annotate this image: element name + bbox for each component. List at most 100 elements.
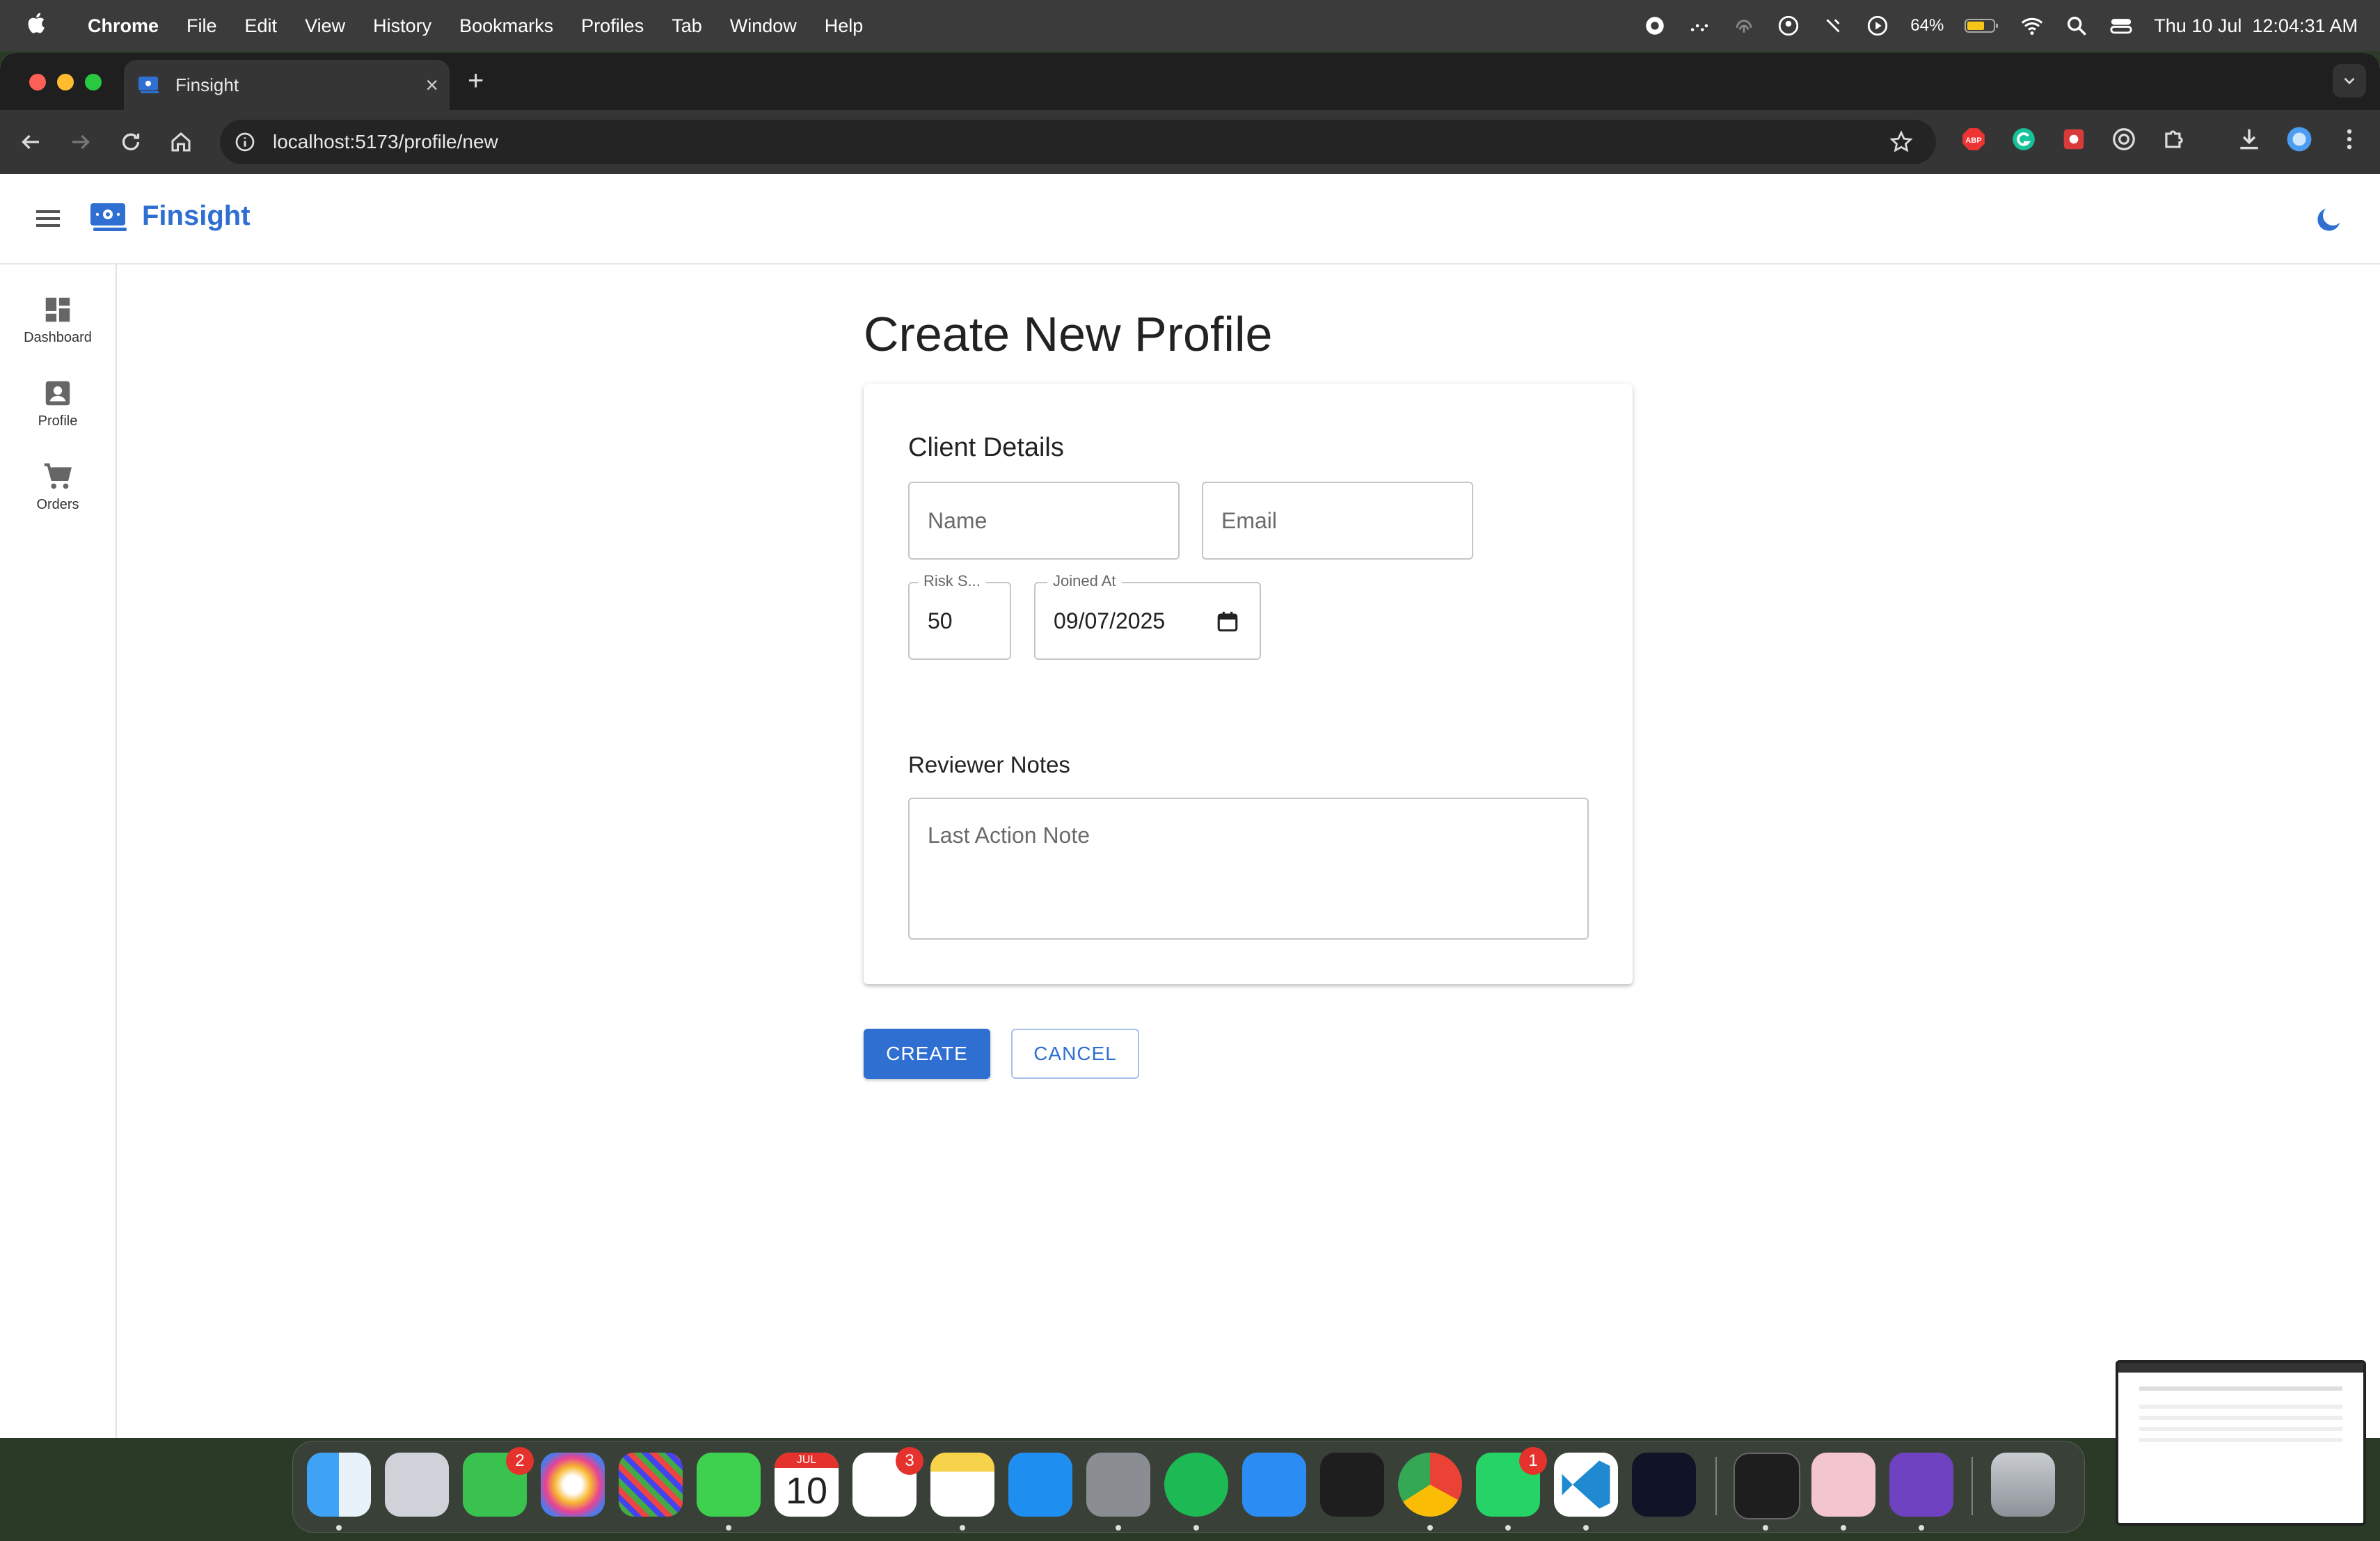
chrome-menu-icon[interactable] — [2335, 125, 2363, 153]
messages-icon[interactable] — [697, 1453, 761, 1517]
tab-favicon-icon — [138, 77, 159, 93]
menubar-clock[interactable]: Thu 10 Jul 12:04:31 AM — [2154, 15, 2358, 37]
macos-menu-bar: Chrome File Edit View History Bookmarks … — [0, 0, 2380, 52]
status-play-icon[interactable] — [1866, 14, 1889, 38]
running-indicator — [960, 1525, 965, 1531]
menu-history[interactable]: History — [373, 15, 431, 37]
reviewer-notes-heading: Reviewer Notes — [908, 752, 1070, 777]
calendar-icon[interactable]: JUL 10 — [775, 1453, 839, 1517]
spotify-icon[interactable] — [1164, 1453, 1228, 1517]
control-center-icon[interactable] — [2109, 14, 2133, 38]
status-slash-icon[interactable] — [1821, 14, 1845, 38]
vscode-icon[interactable] — [1554, 1453, 1618, 1517]
window-minimize-button[interactable] — [57, 74, 74, 90]
menu-file[interactable]: File — [187, 15, 217, 37]
site-info-icon[interactable] — [234, 131, 256, 153]
webex-icon[interactable] — [1632, 1453, 1696, 1517]
system-settings-icon[interactable] — [1086, 1453, 1150, 1517]
email-input[interactable] — [1202, 482, 1473, 560]
github-desktop-icon[interactable] — [1889, 1453, 1953, 1517]
safari-icon[interactable] — [1242, 1453, 1306, 1517]
client-details-heading: Client Details — [908, 433, 1064, 462]
back-icon[interactable] — [17, 128, 45, 156]
whatsapp-icon[interactable]: 1 — [1476, 1447, 1547, 1517]
risk-score-input[interactable] — [908, 582, 1011, 660]
hamburger-menu-icon[interactable] — [35, 206, 63, 231]
pink-app-icon[interactable] — [1811, 1453, 1875, 1517]
figma-icon[interactable] — [1320, 1453, 1384, 1517]
dark-mode-moon-icon[interactable] — [2313, 203, 2345, 235]
battery-icon[interactable] — [1965, 14, 1999, 38]
terminal-icon[interactable] — [1734, 1453, 1800, 1519]
window-close-button[interactable] — [29, 74, 46, 90]
status-dots-icon[interactable] — [1688, 14, 1711, 38]
sidebar-item-dashboard[interactable]: Dashboard — [0, 294, 116, 346]
running-indicator — [1116, 1525, 1121, 1531]
reload-icon[interactable] — [117, 128, 145, 156]
downloads-icon[interactable] — [2235, 125, 2263, 153]
brand-logo-icon — [90, 203, 127, 231]
apple-menu-icon[interactable] — [25, 11, 64, 41]
trash-icon[interactable] — [1991, 1453, 2055, 1517]
finder-icon[interactable] — [307, 1453, 371, 1517]
reminders-badge: 3 — [896, 1447, 923, 1475]
joined-at-label: Joined At — [1047, 572, 1122, 590]
menu-view[interactable]: View — [305, 15, 345, 37]
launchpad-icon[interactable] — [385, 1453, 449, 1517]
grammarly-extension-icon[interactable] — [2010, 125, 2038, 153]
screenshot-thumbnail[interactable] — [2116, 1360, 2366, 1526]
sidebar: Dashboard Profile Orders — [0, 264, 117, 1438]
sidebar-item-label: Profile — [38, 413, 78, 429]
menu-tab[interactable]: Tab — [672, 15, 702, 37]
extensions-puzzle-icon[interactable] — [2160, 125, 2188, 153]
color-grid-app-icon[interactable] — [619, 1453, 683, 1517]
sidebar-item-profile[interactable]: Profile — [0, 377, 116, 429]
calendar-picker-icon[interactable] — [1216, 610, 1239, 633]
forward-icon[interactable] — [67, 128, 95, 156]
sidebar-item-label: Orders — [36, 497, 79, 512]
profile-form-card: Client Details Risk S... Joined At Revie… — [864, 384, 1633, 984]
status-fingerprint-icon[interactable] — [1732, 14, 1756, 38]
facetime-icon[interactable]: 2 — [463, 1447, 534, 1517]
chrome-icon[interactable] — [1398, 1453, 1462, 1517]
wifi-icon[interactable] — [2020, 14, 2044, 38]
cancel-button[interactable]: CANCEL — [1011, 1029, 1139, 1079]
page-title: Create New Profile — [864, 307, 1273, 361]
notes-icon[interactable] — [930, 1453, 994, 1517]
bookmark-star-icon[interactable] — [1889, 129, 1914, 155]
tab-finsight[interactable]: Finsight × — [124, 60, 450, 110]
url-text[interactable]: localhost:5173/profile/new — [273, 131, 498, 153]
menu-profiles[interactable]: Profiles — [581, 15, 644, 37]
target-extension-icon[interactable] — [2110, 125, 2138, 153]
running-indicator — [1763, 1525, 1768, 1531]
spotlight-search-icon[interactable] — [2065, 14, 2088, 38]
tab-close-icon[interactable]: × — [425, 72, 438, 98]
home-icon[interactable] — [167, 128, 195, 156]
menu-help[interactable]: Help — [825, 15, 864, 37]
profile-avatar-icon[interactable] — [2285, 125, 2313, 153]
new-tab-button[interactable]: + — [468, 65, 484, 97]
window-zoom-button[interactable] — [85, 74, 102, 90]
status-user-icon[interactable] — [1777, 14, 1800, 38]
sidebar-item-orders[interactable]: Orders — [0, 461, 116, 513]
create-button[interactable]: CREATE — [864, 1029, 990, 1079]
menu-edit[interactable]: Edit — [245, 15, 278, 37]
tab-search-button[interactable] — [2333, 64, 2366, 97]
macos-dock: 2 JUL 10 3 1 — [292, 1441, 2085, 1533]
name-input[interactable] — [908, 482, 1180, 560]
last-action-note-textarea[interactable] — [908, 798, 1589, 940]
app-store-icon[interactable] — [1008, 1453, 1072, 1517]
reminders-icon[interactable]: 3 — [852, 1447, 923, 1517]
adblock-extension-icon[interactable]: ABP — [1960, 125, 1988, 153]
address-bar[interactable]: localhost:5173/profile/new — [220, 120, 1936, 164]
photos-icon[interactable] — [541, 1453, 605, 1517]
menu-app-name[interactable]: Chrome — [88, 15, 159, 37]
menu-window[interactable]: Window — [730, 15, 797, 37]
status-app-icon[interactable] — [1643, 14, 1667, 38]
battery-percent: 64% — [1910, 16, 1944, 35]
red-extension-icon[interactable] — [2060, 125, 2088, 153]
facetime-badge: 2 — [506, 1447, 534, 1475]
menu-bookmarks[interactable]: Bookmarks — [459, 15, 553, 37]
browser-window: Finsight × + localhost:5173/profile/new … — [0, 53, 2380, 1438]
brand-name[interactable]: Finsight — [142, 200, 251, 232]
